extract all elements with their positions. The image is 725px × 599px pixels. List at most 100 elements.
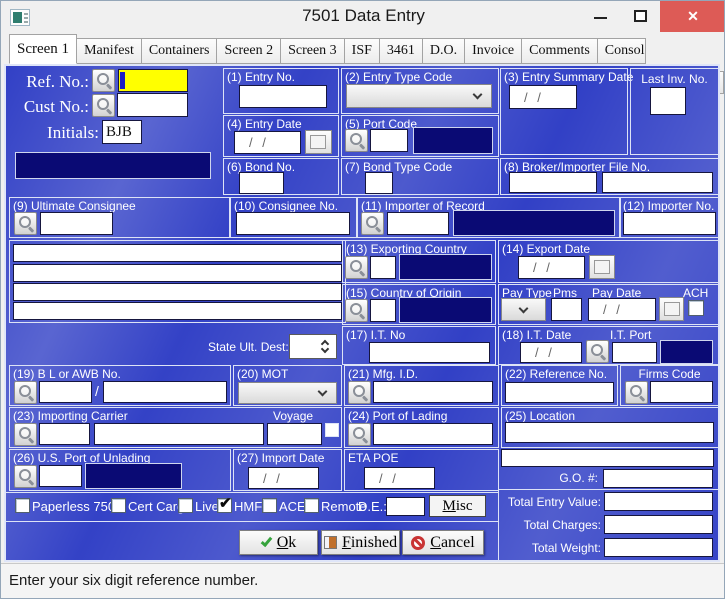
tab-comments[interactable]: Comments — [521, 38, 598, 64]
tab-containers[interactable]: Containers — [141, 38, 218, 64]
it-date-input[interactable] — [520, 342, 582, 363]
export-date-input[interactable] — [518, 256, 585, 279]
consignee-address-line-3[interactable] — [13, 283, 342, 301]
importer-no-input[interactable] — [623, 212, 716, 235]
ok-button[interactable]: Ok — [239, 530, 318, 555]
us-port-unlading-search-button[interactable] — [14, 465, 37, 488]
cust-no-input[interactable] — [117, 93, 188, 117]
pay-date-calendar-button[interactable] — [659, 297, 684, 321]
paperless-checkbox[interactable] — [15, 498, 30, 513]
bl-awb-input-1[interactable] — [39, 381, 92, 403]
bond-type-code-input[interactable] — [365, 172, 393, 194]
location-input-1[interactable] — [505, 422, 714, 443]
voyage-expand-button[interactable] — [325, 423, 339, 437]
mfg-id-search-button[interactable] — [348, 381, 371, 404]
cust-no-search-button[interactable] — [92, 94, 115, 117]
ref-no-label: Ref. No.: — [17, 72, 89, 92]
consignee-address-line-4[interactable] — [13, 302, 342, 320]
location-input-2[interactable] — [501, 449, 714, 467]
importing-carrier-code-input[interactable] — [39, 423, 90, 445]
maximize-button[interactable] — [621, 1, 659, 32]
entry-date-calendar-button[interactable] — [305, 130, 332, 154]
consignee-no-input[interactable] — [236, 212, 350, 235]
exporting-country-search-button[interactable] — [345, 256, 368, 279]
search-icon — [590, 343, 606, 359]
voyage-input[interactable] — [267, 423, 322, 445]
reference-no-input[interactable] — [505, 382, 614, 403]
total-entry-value-input[interactable] — [604, 492, 713, 511]
tab-consol[interactable]: Consol — [597, 38, 646, 64]
initials-input[interactable] — [102, 120, 142, 144]
ref-no-input[interactable] — [118, 69, 188, 92]
live-checkbox[interactable] — [178, 498, 193, 513]
importer-of-record-input[interactable] — [387, 212, 449, 235]
cert-cargo-checkbox[interactable] — [111, 498, 126, 513]
tab-invoice[interactable]: Invoice — [464, 38, 522, 64]
hmf-label: HMF — [234, 499, 262, 514]
entry-summary-date-label: (3) Entry Summary Date — [504, 70, 633, 84]
minimize-button[interactable] — [581, 1, 619, 32]
total-weight-input[interactable] — [604, 538, 713, 557]
tab-do[interactable]: D.O. — [422, 38, 465, 64]
ultimate-consignee-search-button[interactable] — [14, 212, 37, 235]
broker-file-no-input-2[interactable] — [602, 172, 713, 193]
importing-carrier-search-button[interactable] — [14, 423, 37, 446]
mot-select[interactable] — [238, 382, 337, 404]
tab-screen-3[interactable]: Screen 3 — [280, 38, 345, 64]
export-date-calendar-button[interactable] — [589, 255, 615, 279]
firms-code-search-button[interactable] — [625, 381, 648, 404]
consignee-address-line-2[interactable] — [13, 264, 342, 282]
ref-no-search-button[interactable] — [92, 69, 115, 92]
port-code-input[interactable] — [370, 129, 408, 152]
consignee-address-line-1[interactable] — [13, 244, 342, 262]
it-port-search-button[interactable] — [586, 340, 609, 363]
port-code-search-button[interactable] — [345, 129, 368, 152]
finished-button[interactable]: Finished — [321, 530, 400, 555]
pay-date-input[interactable] — [588, 298, 656, 321]
go-number-input[interactable] — [603, 469, 713, 488]
total-charges-input[interactable] — [604, 515, 713, 534]
remote-checkbox[interactable] — [304, 498, 319, 513]
tab-3461[interactable]: 3461 — [379, 38, 423, 64]
importer-of-record-search-button[interactable] — [361, 212, 384, 235]
close-button[interactable]: ✕ — [660, 1, 725, 32]
importing-carrier-name-input[interactable] — [94, 423, 264, 445]
country-of-origin-search-button[interactable] — [345, 299, 368, 322]
exporting-country-input[interactable] — [370, 256, 396, 279]
tab-manifest[interactable]: Manifest — [76, 38, 142, 64]
misc-button[interactable]: Misc — [429, 495, 486, 517]
bond-type-code-label: (7) Bond Type Code — [345, 160, 452, 174]
bond-no-input[interactable] — [239, 172, 284, 194]
entry-summary-date-input[interactable] — [509, 85, 577, 109]
last-inv-no-input[interactable] — [650, 87, 686, 115]
hmf-checkbox[interactable]: ✔ — [217, 498, 232, 513]
pms-input[interactable] — [551, 298, 582, 321]
mfg-id-input[interactable] — [373, 381, 493, 403]
eta-poe-input[interactable] — [364, 467, 435, 489]
port-of-lading-search-button[interactable] — [348, 423, 371, 446]
it-port-input[interactable] — [612, 342, 657, 363]
import-date-input[interactable] — [248, 467, 319, 489]
bl-awb-search-button[interactable] — [14, 381, 37, 404]
entry-no-input[interactable] — [239, 85, 327, 108]
pay-type-select[interactable] — [501, 298, 546, 321]
country-of-origin-input[interactable] — [370, 299, 396, 322]
state-ult-dest-spinner[interactable] — [289, 334, 337, 359]
tab-screen-1[interactable]: Screen 1 — [9, 34, 77, 64]
tab-screen-2[interactable]: Screen 2 — [216, 38, 281, 64]
bl-awb-input-2[interactable] — [103, 381, 227, 403]
ace-checkbox[interactable] — [262, 498, 277, 513]
tab-isf[interactable]: ISF — [344, 38, 380, 64]
entry-type-code-select[interactable] — [346, 84, 492, 108]
de-input[interactable] — [386, 497, 425, 516]
broker-file-no-input-1[interactable] — [509, 172, 597, 193]
cancel-button[interactable]: Cancel — [402, 530, 484, 555]
ultimate-consignee-input[interactable] — [40, 212, 113, 235]
us-port-unlading-input[interactable] — [39, 465, 82, 487]
entry-date-input[interactable] — [234, 131, 301, 154]
search-icon — [629, 384, 645, 400]
port-of-lading-input[interactable] — [373, 423, 493, 445]
firms-code-input[interactable] — [650, 381, 713, 403]
ach-checkbox[interactable] — [688, 300, 704, 316]
it-no-input[interactable] — [369, 342, 490, 363]
